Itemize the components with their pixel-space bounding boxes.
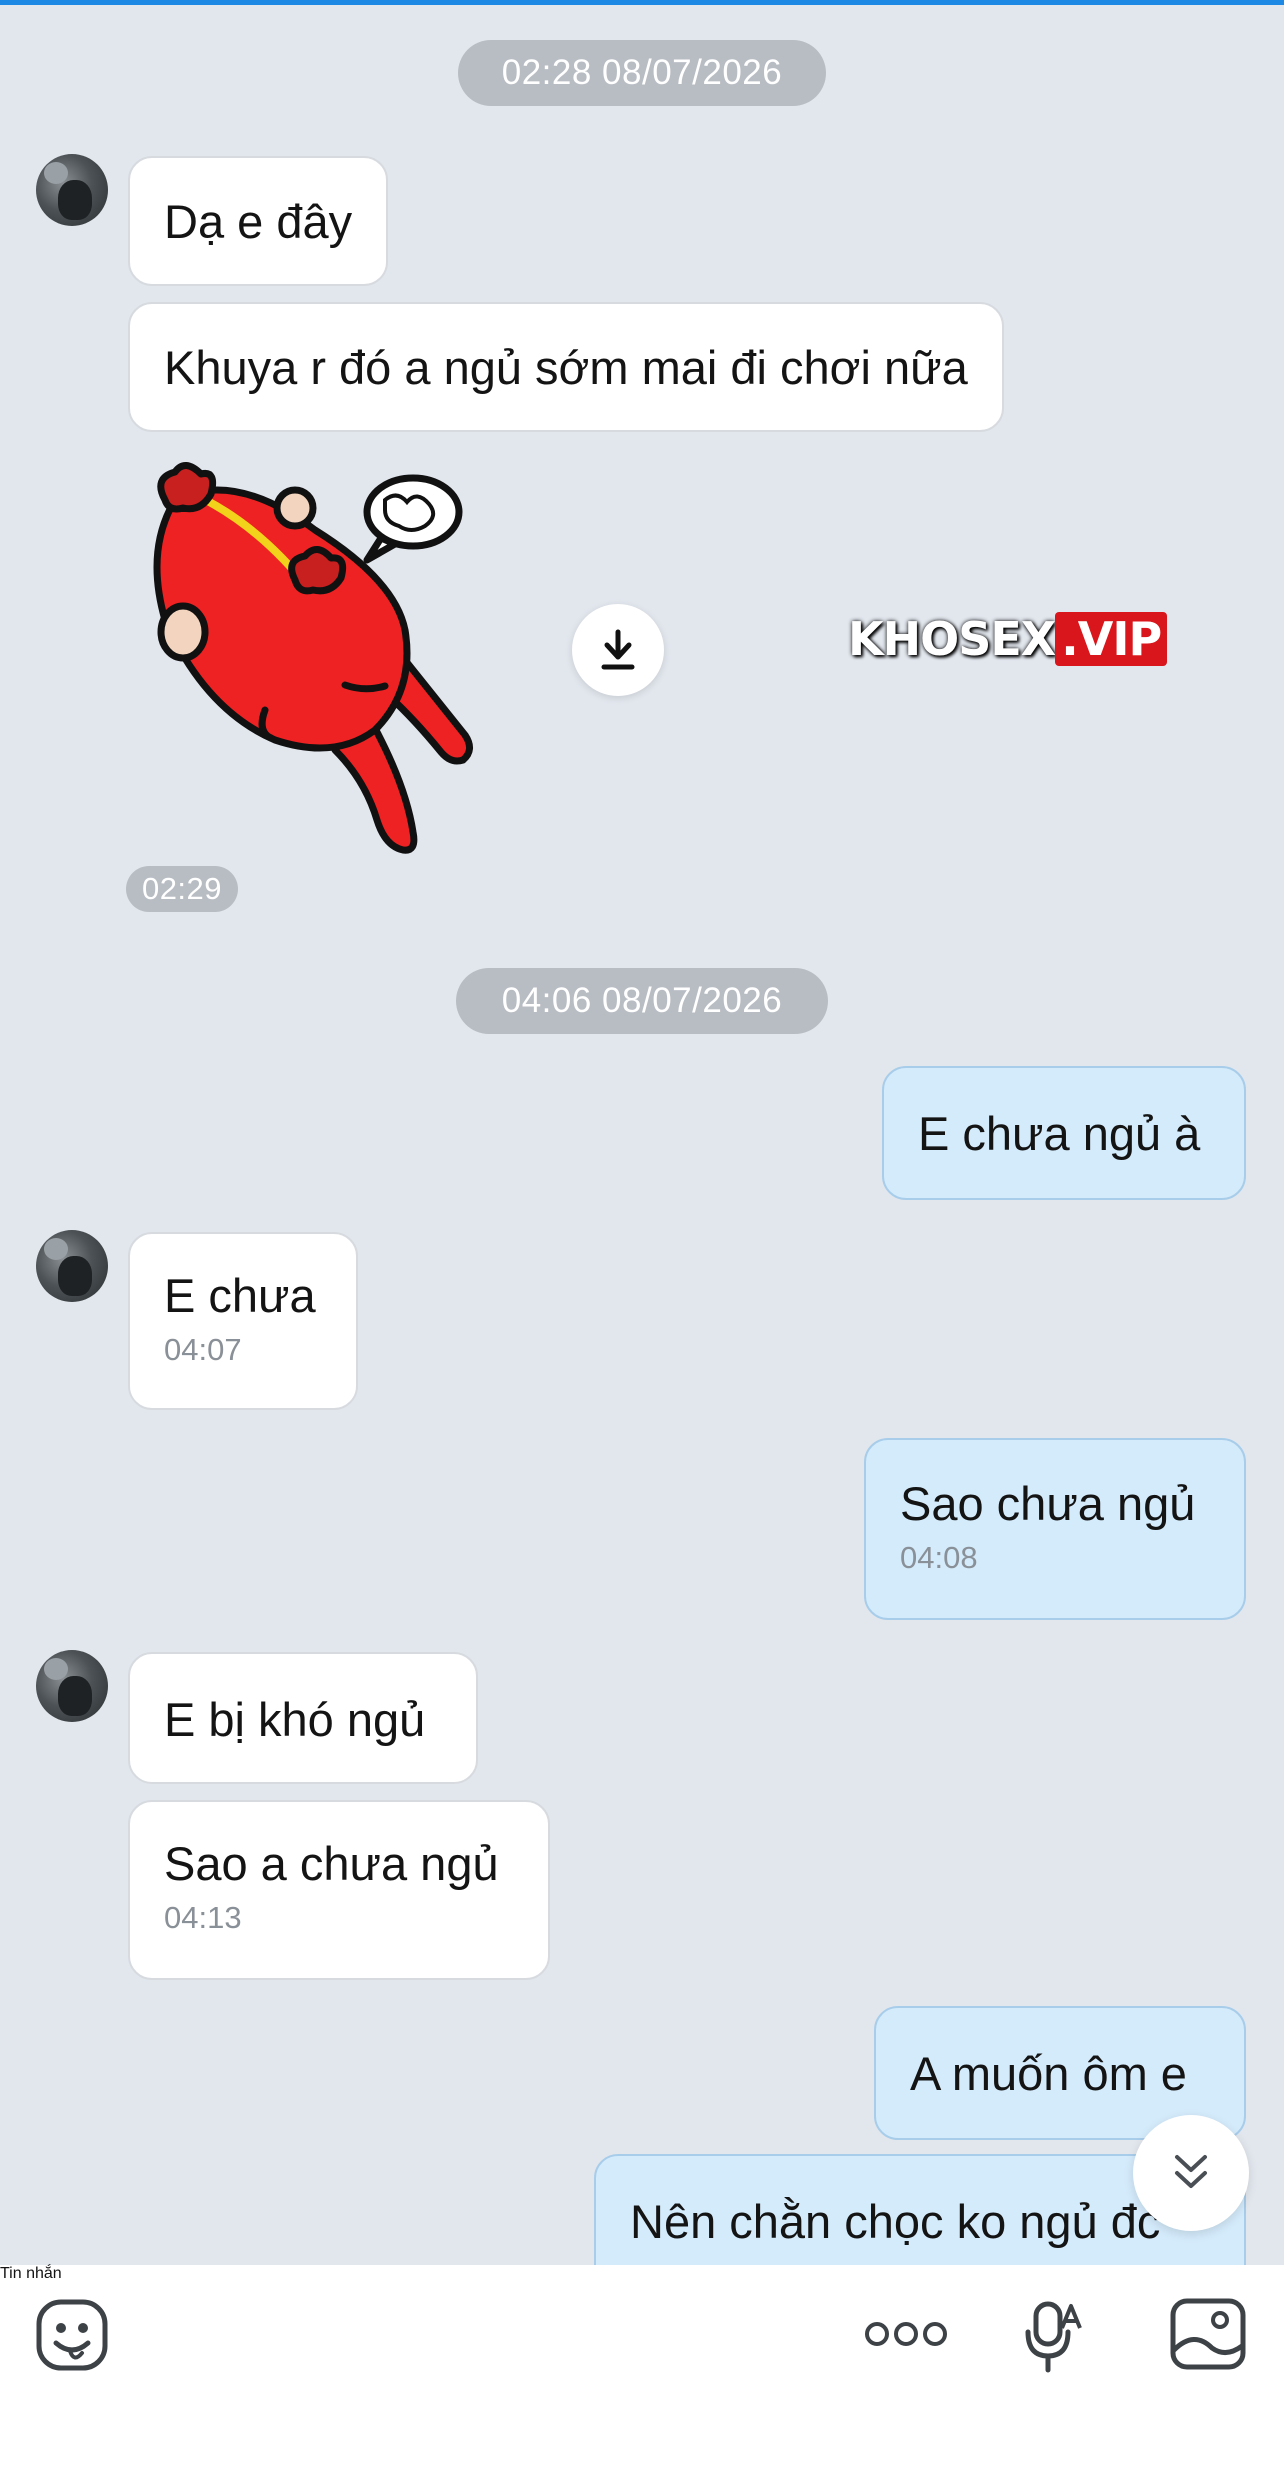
message-time: 04:08 — [900, 1540, 978, 1575]
date-separator: 04:06 08/07/2026 — [456, 968, 828, 1034]
message-text: A muốn ôm e — [910, 2047, 1187, 2100]
scroll-to-bottom-button[interactable] — [1133, 2115, 1249, 2231]
download-button[interactable] — [572, 604, 664, 696]
sticker-image[interactable] — [145, 460, 525, 860]
message-text: Khuya r đó a ngủ sớm mai đi chơi nữa — [164, 341, 968, 394]
message-bubble-incoming[interactable]: E chưa 04:07 — [128, 1232, 358, 1410]
message-text: Dạ e đây — [164, 195, 353, 248]
message-text: Nên chằn chọc ko ngủ đc — [630, 2195, 1161, 2248]
message-bubble-outgoing[interactable]: E chưa ngủ à — [882, 1066, 1246, 1200]
download-icon — [601, 629, 635, 670]
watermark-part-1: KHOSEX — [848, 612, 1056, 666]
message-bubble-outgoing[interactable]: Sao chưa ngủ 04:08 — [864, 1438, 1246, 1620]
more-dots-icon[interactable] — [864, 2318, 948, 2350]
message-bubble-incoming[interactable]: Dạ e đây — [128, 156, 389, 286]
chat-message-list[interactable]: 02:28 08/07/2026 Dạ e đây Khuya r đó a n… — [0, 0, 1284, 2265]
message-bubble-incoming[interactable]: E bị khó ngủ — [128, 1652, 478, 1784]
message-text: Sao chưa ngủ — [900, 1477, 1196, 1530]
message-time: 04:13 — [164, 1900, 242, 1935]
watermark-part-2: .VIP — [1055, 612, 1168, 666]
double-chevron-down-icon — [1175, 2155, 1207, 2188]
message-time: 04:07 — [164, 1332, 242, 1367]
contact-avatar[interactable] — [36, 1650, 108, 1722]
contact-avatar[interactable] — [36, 1230, 108, 1302]
message-bubble-incoming[interactable]: Sao a chưa ngủ 04:13 — [128, 1800, 550, 1980]
message-time-badge: 02:29 — [126, 866, 238, 912]
message-text: E bị khó ngủ — [164, 1693, 426, 1746]
contact-avatar[interactable] — [36, 154, 108, 226]
message-text: E chưa ngủ à — [918, 1107, 1201, 1160]
voice-to-text-mic-icon[interactable] — [1022, 2298, 1084, 2374]
date-separator: 02:28 08/07/2026 — [458, 40, 826, 106]
watermark-logo: KHOSEX .VIP — [848, 612, 1168, 672]
message-text: E chưa — [164, 1269, 316, 1322]
photo-gallery-icon[interactable] — [1168, 2296, 1248, 2372]
message-text: Sao a chưa ngủ — [164, 1837, 499, 1890]
message-bubble-incoming[interactable]: Khuya r đó a ngủ sớm mai đi chơi nữa — [128, 302, 1004, 432]
message-input[interactable]: Tin nhắn — [0, 2265, 1284, 2477]
